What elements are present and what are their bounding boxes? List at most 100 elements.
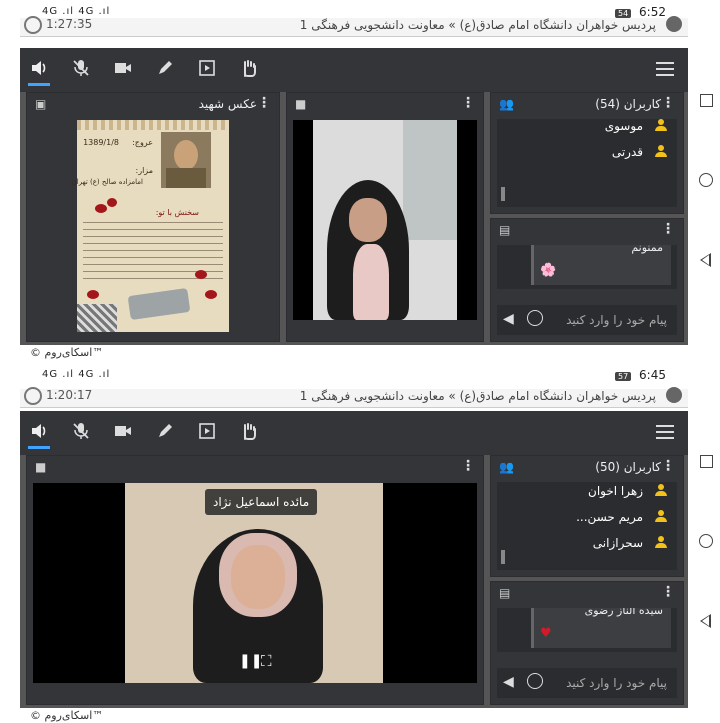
list-item[interactable]: سحرازانی <box>497 530 677 556</box>
speaker-icon[interactable] <box>28 421 50 449</box>
hand-icon[interactable] <box>238 421 260 443</box>
user-name: سحرازانی <box>592 536 643 550</box>
chat-panel-header: ▤ ⋮ <box>491 219 683 241</box>
chat-messages: ممنونم 🌸 <box>497 245 677 289</box>
home-icon[interactable] <box>699 173 713 187</box>
users-icon: 👥 <box>499 460 514 474</box>
back-icon[interactable] <box>700 253 711 267</box>
chat-panel: ▤ ⋮ سیده الناز رضوی ♥ پیام خود را وارد ک… <box>490 581 684 705</box>
user-icon <box>655 484 667 496</box>
camera-icon[interactable] <box>112 58 134 80</box>
hamburger-menu-icon[interactable] <box>656 62 674 76</box>
panels-area: ▣ عکس شهید ⋮ عروج: 1389/1/8 مزار: امامزا… <box>20 92 688 345</box>
chat-icon: ▤ <box>499 586 511 600</box>
app-footer: © اسکای‌روم™ <box>20 708 688 723</box>
send-icon[interactable]: ◀ <box>503 674 514 690</box>
chat-panel: ▤ ⋮ ممنونم 🌸 پیام خود را وارد کنید ◀ <box>490 218 684 342</box>
camera-panel: ■ ⋮ <box>286 92 484 342</box>
dog-tag <box>127 287 191 321</box>
list-item[interactable]: قدرتی <box>497 139 677 165</box>
panel-menu-icon[interactable]: ⋮ <box>661 458 675 474</box>
list-item[interactable]: زهرا اخوان <box>497 482 677 504</box>
list-item[interactable]: موسوی <box>497 119 677 139</box>
rose-petal <box>205 290 217 299</box>
pen-icon[interactable] <box>154 421 176 443</box>
chat-input[interactable]: پیام خود را وارد کنید ◀ <box>497 668 677 698</box>
list-item[interactable]: مریم حسن... <box>497 504 677 530</box>
chat-input-placeholder: پیام خود را وارد کنید <box>566 313 667 327</box>
scrollbar[interactable] <box>501 187 505 201</box>
home-icon[interactable] <box>699 534 713 548</box>
play-box-icon: ▣ <box>35 97 47 111</box>
room-title: پردیس خواهران دانشگاه امام صادق(ع) » معا… <box>299 18 656 32</box>
timer-icon <box>24 387 42 405</box>
signal-indicators: 4G .ıl 4G .ıl <box>42 6 111 17</box>
users-panel-title: کاربران (50) <box>595 460 661 474</box>
pause-icon[interactable]: ❚❚ <box>239 653 262 669</box>
mic-off-icon[interactable] <box>70 421 92 443</box>
account-icon[interactable] <box>666 387 682 403</box>
panel-menu-icon[interactable]: ⋮ <box>461 458 475 474</box>
battery-icon: 54 <box>615 9 632 18</box>
signal-indicators: 4G .ıl 4G .ıl <box>42 369 111 380</box>
speaker-video[interactable]: مائده اسماعیل نژاد ❚❚ ⛶ <box>33 483 477 683</box>
poster-place-label: مزار: <box>135 166 153 175</box>
hamburger-menu-icon[interactable] <box>656 425 674 439</box>
panel-menu-icon[interactable]: ⋮ <box>661 584 675 600</box>
room-title: پردیس خواهران دانشگاه امام صادق(ع) » معا… <box>299 389 656 403</box>
session-timer: 1:20:17 <box>46 388 93 402</box>
main-toolbar <box>20 48 688 92</box>
rose-petal <box>195 270 207 279</box>
send-icon[interactable]: ◀ <box>503 311 514 327</box>
martyr-poster-image: عروج: 1389/1/8 مزار: امامزاده صالح (ع) ت… <box>72 120 229 332</box>
battery-icon: 57 <box>615 372 632 381</box>
users-panel: 👥 کاربران (54) ⋮ موسوی قدرتی <box>490 92 684 214</box>
camera-icon[interactable] <box>112 421 134 443</box>
users-panel-title: کاربران (54) <box>595 97 661 111</box>
users-panel-header: 👥 کاربران (54) ⋮ <box>491 93 683 115</box>
mic-off-icon[interactable] <box>70 58 92 80</box>
play-box-icon[interactable] <box>196 58 218 80</box>
status-right: 54 6:52 <box>615 5 666 19</box>
user-name: قدرتی <box>611 145 643 159</box>
pen-icon[interactable] <box>154 58 176 80</box>
recents-icon[interactable] <box>700 455 713 468</box>
recents-icon[interactable] <box>700 94 713 107</box>
hand-icon[interactable] <box>238 58 260 80</box>
back-icon[interactable] <box>700 614 711 628</box>
media-panel: ▣ عکس شهید ⋮ عروج: 1389/1/8 مزار: امامزا… <box>26 92 280 342</box>
brand-label: © اسکای‌روم™ <box>30 346 104 359</box>
play-box-icon[interactable] <box>196 421 218 443</box>
chat-input[interactable]: پیام خود را وارد کنید ◀ <box>497 305 677 335</box>
clock-time: 6:52 <box>639 5 666 19</box>
brand-label: © اسکای‌روم™ <box>30 709 104 722</box>
status-right: 57 6:45 <box>615 368 666 382</box>
poster-border <box>77 120 229 130</box>
panel-menu-icon[interactable]: ⋮ <box>661 221 675 237</box>
participant-person <box>313 180 423 320</box>
main-toolbar <box>20 411 688 455</box>
poster-date: 1389/1/8 <box>83 138 119 147</box>
camera-panel-header: ■ ⋮ <box>287 93 483 115</box>
account-icon[interactable] <box>666 16 682 32</box>
panel-menu-icon[interactable]: ⋮ <box>661 95 675 111</box>
panel-menu-icon[interactable]: ⋮ <box>461 95 475 111</box>
chat-message-sender: سیده الناز رضوی <box>584 608 663 617</box>
user-name: مریم حسن... <box>576 510 643 524</box>
emoji-icon[interactable] <box>527 673 543 689</box>
panel-menu-icon[interactable]: ⋮ <box>257 95 271 111</box>
status-bar: 4G .ıl 4G .ıl 57 6:45 <box>0 363 688 389</box>
scarf <box>353 244 389 320</box>
chat-message: سیده الناز رضوی ♥ <box>531 608 671 648</box>
scrollbar[interactable] <box>501 550 505 564</box>
android-nav-bar <box>688 363 720 723</box>
poster-subtitle: سخنش با تو: <box>155 208 199 217</box>
emoji-icon[interactable] <box>527 310 543 326</box>
chat-messages: سیده الناز رضوی ♥ <box>497 608 677 652</box>
speaker-icon[interactable] <box>28 58 50 86</box>
room-titlebar: 1:27:35 پردیس خواهران دانشگاه امام صادق(… <box>20 16 688 37</box>
screenshot-bottom: 4G .ıl 4G .ıl 57 6:45 1:20:17 پردیس خواه… <box>0 363 720 723</box>
fullscreen-icon[interactable]: ⛶ <box>261 652 272 670</box>
user-icon <box>655 510 667 522</box>
chat-message-text: ممنونم <box>631 245 663 254</box>
